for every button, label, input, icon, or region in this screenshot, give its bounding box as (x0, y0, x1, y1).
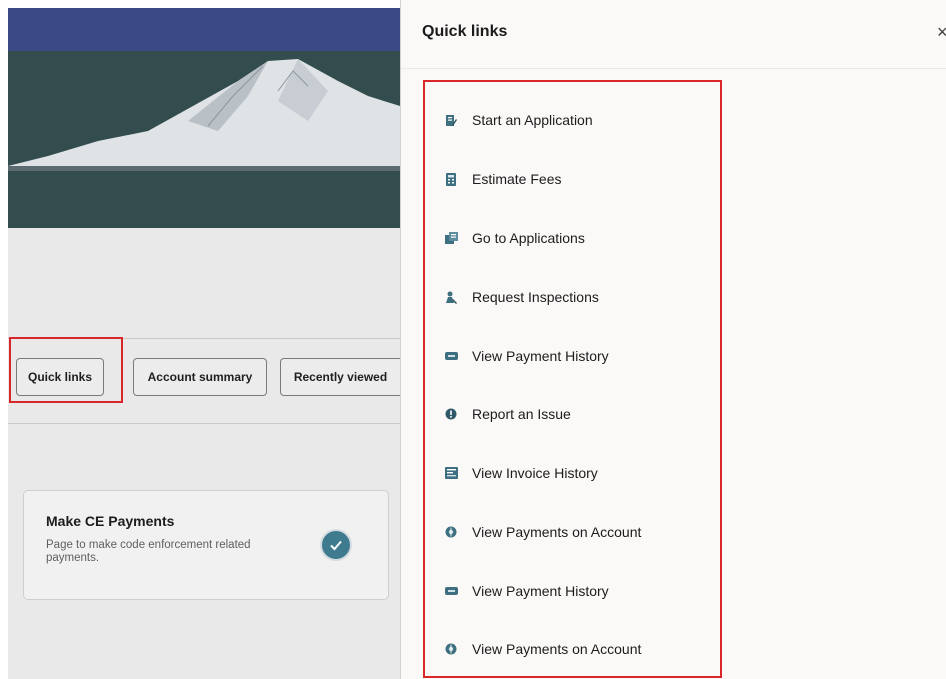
link-view-invoice-history[interactable]: View Invoice History (425, 453, 720, 493)
hero-image (8, 51, 400, 228)
link-request-inspections[interactable]: Request Inspections (425, 277, 720, 317)
link-label: Go to Applications (472, 230, 585, 246)
link-view-payment-history[interactable]: View Payment History (425, 336, 720, 376)
link-go-to-applications[interactable]: Go to Applications (425, 218, 720, 258)
link-label: Start an Application (472, 112, 593, 128)
drawer-header: Quick links × (401, 0, 946, 69)
document-edit-icon (444, 113, 458, 127)
link-label: Estimate Fees (472, 171, 562, 187)
card-description: Page to make code enforcement related pa… (46, 539, 251, 564)
account-payment-icon (444, 642, 458, 656)
calculator-icon (444, 172, 458, 186)
account-payment-icon (444, 525, 458, 539)
link-label: View Payments on Account (472, 641, 642, 657)
background-page: Quick links Account summary Recently vie… (8, 8, 400, 679)
link-label: View Payment History (472, 583, 609, 599)
invoice-icon (444, 466, 458, 480)
link-label: Report an Issue (472, 406, 571, 422)
check-circle-icon[interactable] (320, 529, 352, 561)
tab-account-summary[interactable]: Account summary (133, 358, 267, 396)
link-label: View Invoice History (472, 465, 598, 481)
highlight-box-quick-links-tab (9, 337, 123, 403)
link-label: Request Inspections (472, 289, 599, 305)
link-estimate-fees[interactable]: Estimate Fees (425, 159, 720, 199)
link-view-payments-on-account[interactable]: View Payments on Account (425, 512, 720, 552)
make-ce-payments-card[interactable]: Make CE Payments Page to make code enfor… (23, 490, 389, 600)
card-title: Make CE Payments (46, 513, 175, 529)
payment-icon (444, 584, 458, 598)
link-label: View Payments on Account (472, 524, 642, 540)
payment-icon (444, 349, 458, 363)
inspector-icon (444, 290, 458, 304)
top-banner (8, 8, 400, 51)
link-view-payment-history-2[interactable]: View Payment History (425, 571, 720, 611)
alert-icon (444, 407, 458, 421)
link-label: View Payment History (472, 348, 609, 364)
link-start-application[interactable]: Start an Application (425, 100, 720, 140)
quick-links-list: Start an Application Estimate Fees Go to… (423, 80, 722, 678)
quick-links-drawer: Quick links × Start an Application Estim… (400, 0, 946, 679)
link-view-payments-on-account-2[interactable]: View Payments on Account (425, 629, 720, 669)
link-report-an-issue[interactable]: Report an Issue (425, 394, 720, 434)
tab-recently-viewed[interactable]: Recently viewed (280, 358, 400, 396)
drawer-title: Quick links (422, 23, 508, 40)
folder-icon (444, 231, 458, 245)
close-icon[interactable]: × (937, 22, 946, 43)
